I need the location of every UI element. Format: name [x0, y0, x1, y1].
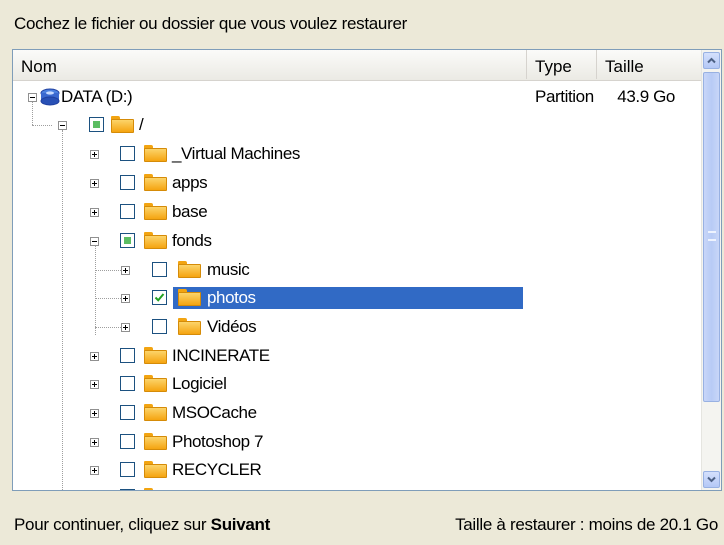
tree-row-folder[interactable]: fonds: [13, 227, 703, 255]
expand-toggle[interactable]: [90, 466, 99, 475]
folder-icon: [144, 174, 167, 191]
folder-icon: [178, 289, 201, 306]
expand-toggle[interactable]: [121, 294, 130, 303]
folder-label: INCINERATE: [172, 346, 270, 365]
drive-icon: [40, 88, 60, 106]
folder-icon: [144, 404, 167, 421]
tree-row-folder[interactable]: Photoshop 7: [13, 428, 703, 456]
expand-toggle[interactable]: [90, 438, 99, 447]
collapse-toggle[interactable]: [58, 121, 67, 130]
tree-row-folder[interactable]: RECYCLER: [13, 456, 703, 484]
tree-row-folder[interactable]: music: [13, 256, 703, 284]
folder-label: Vidéos: [207, 317, 257, 336]
instruction-text: Cochez le fichier ou dossier que vous vo…: [14, 14, 407, 33]
folder-icon: [144, 232, 167, 249]
folder-label: Photoshop 7: [172, 432, 264, 451]
continue-prefix: Pour continuer, cliquez sur: [14, 515, 211, 534]
continue-hint: Pour continuer, cliquez sur Suivant: [14, 515, 270, 535]
chevron-up-icon: [707, 57, 716, 64]
tree-row-folder[interactable]: System Volume Information: [13, 483, 703, 490]
root-label: /: [139, 115, 144, 134]
checkbox-root[interactable]: [89, 117, 104, 132]
vertical-scrollbar[interactable]: [701, 50, 721, 490]
tree-row-root[interactable]: /: [13, 111, 703, 139]
tree-row-folder[interactable]: _Virtual Machines: [13, 140, 703, 168]
checkbox-folder[interactable]: [120, 405, 135, 420]
collapse-toggle[interactable]: [28, 93, 37, 102]
tree-row-folder-selected[interactable]: photos: [13, 284, 703, 312]
expand-toggle[interactable]: [90, 352, 99, 361]
checkbox-folder[interactable]: [152, 262, 167, 277]
tree-row-folder[interactable]: Logiciel: [13, 370, 703, 398]
folder-icon: [144, 488, 167, 490]
column-header-name[interactable]: Nom: [13, 50, 527, 79]
folder-label: Logiciel: [172, 374, 227, 393]
folder-icon: [178, 318, 201, 335]
folder-icon: [144, 347, 167, 364]
folder-icon: [144, 203, 167, 220]
tree-row-folder[interactable]: INCINERATE: [13, 342, 703, 370]
folder-label: System Volume Information: [172, 483, 370, 490]
checkbox-folder[interactable]: [152, 319, 167, 334]
expand-toggle[interactable]: [90, 409, 99, 418]
expand-toggle[interactable]: [90, 179, 99, 188]
folder-label: music: [207, 260, 250, 279]
checkbox-folder[interactable]: [120, 175, 135, 190]
checkbox-folder[interactable]: [120, 376, 135, 391]
expand-toggle[interactable]: [90, 208, 99, 217]
folder-icon: [144, 145, 167, 162]
folder-icon: [144, 433, 167, 450]
folder-label: fonds: [172, 231, 212, 250]
chevron-down-icon: [707, 476, 716, 483]
collapse-toggle[interactable]: [90, 237, 99, 246]
checkbox-folder[interactable]: [120, 348, 135, 363]
scroll-down-button[interactable]: [703, 471, 720, 488]
checkbox-folder[interactable]: [120, 204, 135, 219]
column-header-size[interactable]: Taille: [597, 50, 703, 79]
folder-icon: [178, 261, 201, 278]
tree-row-folder[interactable]: MSOCache: [13, 399, 703, 427]
scroll-thumb[interactable]: [703, 72, 720, 402]
expand-toggle[interactable]: [121, 266, 130, 275]
checkbox-folder[interactable]: [120, 434, 135, 449]
folder-label: RECYCLER: [172, 460, 262, 479]
checkbox-folder[interactable]: [120, 462, 135, 477]
checkbox-folder[interactable]: [120, 489, 135, 490]
folder-label-selected: photos: [207, 288, 256, 307]
folder-label: apps: [172, 173, 208, 192]
checkbox-folder[interactable]: [120, 146, 135, 161]
folder-label: _Virtual Machines: [172, 144, 301, 163]
folder-label: MSOCache: [172, 403, 257, 422]
folder-icon: [144, 461, 167, 478]
checkbox-folder[interactable]: [120, 233, 135, 248]
drive-type: Partition: [535, 87, 594, 106]
folder-label: base: [172, 202, 208, 221]
drive-size: 43.9 Go: [617, 87, 675, 106]
expand-toggle[interactable]: [90, 150, 99, 159]
grip-icon: [708, 231, 716, 241]
next-keyword: Suivant: [210, 515, 271, 534]
tree-row-folder[interactable]: base: [13, 198, 703, 226]
checkbox-folder-checked[interactable]: [152, 290, 167, 305]
restore-size-text: Taille à restaurer : moins de 20.1 Go: [455, 515, 718, 534]
folder-icon: [111, 116, 134, 133]
column-headers: Nom Type Taille: [13, 50, 703, 81]
tree-row-drive[interactable]: DATA (D:) Partition 43.9 Go: [13, 83, 703, 111]
tree-row-folder[interactable]: Vidéos: [13, 313, 703, 341]
scroll-up-button[interactable]: [703, 52, 720, 69]
expand-toggle[interactable]: [121, 323, 130, 332]
column-header-type[interactable]: Type: [527, 50, 597, 79]
checkmark-icon: [154, 293, 165, 302]
file-tree-view[interactable]: Nom Type Taille DATA (D:) Partition 43.9…: [12, 49, 722, 491]
tree-row-folder[interactable]: apps: [13, 169, 703, 197]
drive-label: DATA (D:): [61, 87, 133, 106]
expand-toggle[interactable]: [90, 380, 99, 389]
folder-icon: [144, 375, 167, 392]
